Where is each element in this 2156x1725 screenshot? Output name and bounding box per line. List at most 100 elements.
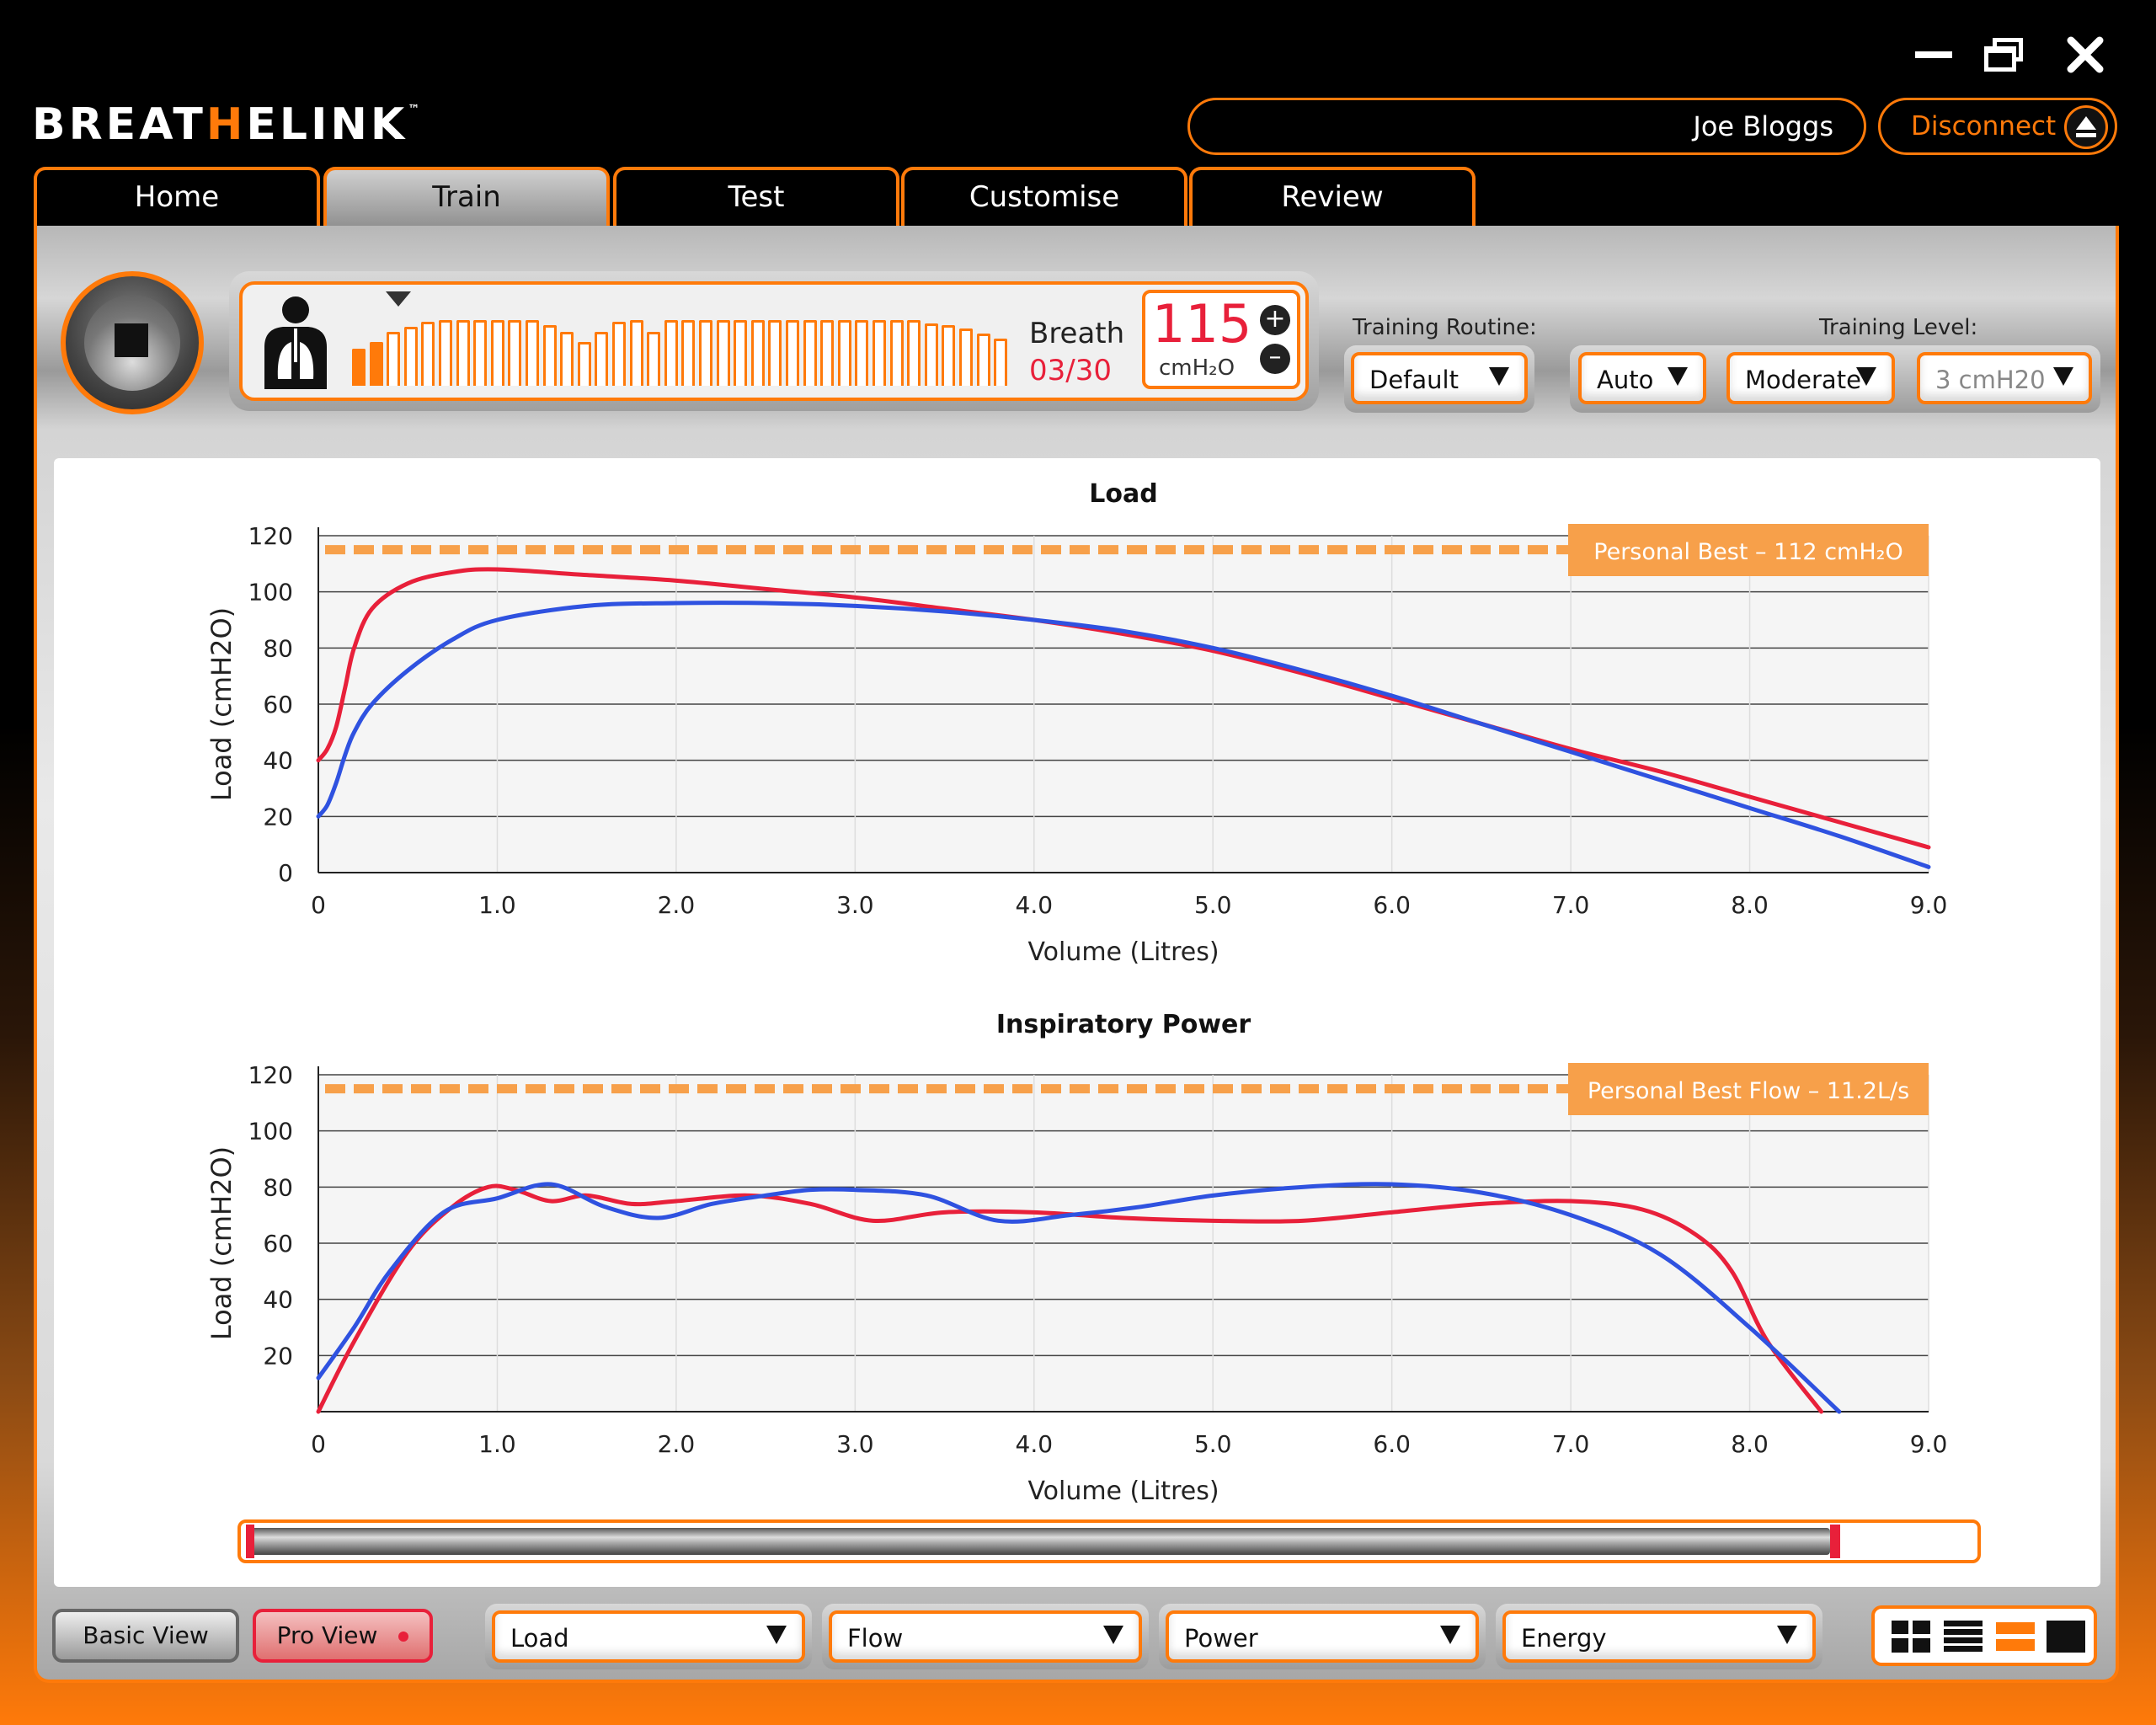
breath-count: 03/30 (1029, 354, 1112, 387)
pressure-value: 115 (1152, 293, 1252, 355)
x-tick-label: 6.0 (1373, 1430, 1411, 1458)
tab-train[interactable]: Train (323, 167, 610, 231)
breath-bar (873, 320, 886, 386)
breath-bar (439, 320, 452, 386)
y-tick-label: 60 (263, 1230, 293, 1258)
breath-bar (768, 320, 782, 386)
breath-bar (924, 323, 938, 386)
breath-bar (976, 334, 990, 386)
chevron-down-icon (1440, 1626, 1460, 1644)
list-layout-icon[interactable] (1944, 1621, 1983, 1653)
channel-select-1[interactable]: Load (492, 1610, 805, 1663)
x-tick-label: 9.0 (1910, 891, 1948, 919)
tab-test[interactable]: Test (613, 167, 899, 227)
chevron-down-icon (1777, 1626, 1797, 1644)
breath-bar (629, 320, 643, 386)
breath-bar (352, 349, 366, 386)
y-tick-label: 20 (263, 803, 293, 830)
y-tick-label: 40 (263, 1286, 293, 1314)
x-tick-label: 1.0 (478, 891, 516, 919)
chevron-down-icon (1103, 1626, 1123, 1644)
breath-bar (750, 320, 765, 386)
y-tick-label: 120 (248, 1061, 293, 1089)
lungs-icon (258, 295, 334, 389)
breath-bar (959, 328, 973, 386)
y-tick-label: 80 (263, 1173, 293, 1201)
x-axis-label: Volume (Litres) (1027, 937, 1219, 967)
training-step-select[interactable]: 3 cmH20 (1917, 352, 2092, 404)
training-routine-label: Training Routine: (1353, 315, 1537, 340)
y-tick-label: 100 (248, 1118, 293, 1146)
tab-customise[interactable]: Customise (901, 167, 1187, 227)
eject-icon (2064, 105, 2108, 149)
personal-best-label: Personal Best – 112 cmH₂O (1593, 539, 1903, 565)
breath-label: Breath (1029, 317, 1125, 350)
channel-select-2[interactable]: Flow (829, 1610, 1142, 1663)
y-tick-label: 60 (263, 691, 293, 718)
breath-bar (560, 332, 574, 386)
x-tick-label: 0 (311, 1430, 326, 1458)
y-tick-label: 0 (278, 859, 293, 887)
decrease-pressure-button[interactable]: – (1260, 344, 1290, 374)
scrubber-end-handle[interactable] (1829, 1525, 1840, 1558)
breath-bar (456, 320, 470, 386)
single-layout-icon[interactable] (2047, 1621, 2085, 1653)
chart-title: Load (1089, 479, 1157, 509)
x-tick-label: 2.0 (658, 891, 696, 919)
training-mode-select[interactable]: Auto (1578, 352, 1706, 404)
training-level-label: Training Level: (1819, 315, 1978, 340)
x-tick-label: 5.0 (1194, 891, 1232, 919)
channel-select-3[interactable]: Power (1166, 1610, 1479, 1663)
two-row-layout-icon[interactable] (1996, 1621, 2035, 1653)
x-tick-label: 3.0 (836, 891, 874, 919)
close-icon[interactable] (2060, 34, 2111, 76)
training-routine-select[interactable]: Default (1351, 352, 1528, 404)
breath-indicator: Breath 03/30 115 cmH₂O + – (229, 271, 1319, 411)
breath-bar (490, 320, 504, 386)
charts-svg: 0 20 40 60 80 100 120 0 1.0 2.0 3.0 4.0 5.0 6.0 7.0 8.0… (205, 479, 1947, 1506)
stop-icon (115, 323, 148, 357)
chevron-down-icon (766, 1626, 787, 1644)
tab-review[interactable]: Review (1189, 167, 1476, 227)
breath-bar (526, 320, 539, 386)
chevron-down-icon (1489, 367, 1509, 386)
breath-bar (942, 325, 956, 386)
x-tick-label: 4.0 (1016, 1430, 1054, 1458)
breath-bars (352, 285, 1009, 398)
basic-view-button[interactable]: Basic View (52, 1609, 239, 1663)
x-tick-label: 7.0 (1552, 891, 1590, 919)
training-level-select[interactable]: Moderate (1726, 352, 1895, 404)
x-tick-label: 3.0 (836, 1430, 874, 1458)
channel-select-4[interactable]: Energy (1502, 1610, 1816, 1663)
increase-pressure-button[interactable]: + (1260, 305, 1290, 335)
active-dot-icon (398, 1632, 409, 1642)
x-tick-label: 5.0 (1194, 1430, 1232, 1458)
breath-bar (907, 320, 921, 386)
breath-bar (786, 320, 799, 386)
breath-bar (473, 320, 488, 386)
user-name: Joe Bloggs (1693, 110, 1833, 142)
chart-2: 20 40 60 80 100 120 0 1.0 2.0 3.0 4.0 5.0 6.0 7.0 8.0 9… (205, 1010, 1947, 1506)
scrubber-start-handle[interactable] (246, 1525, 254, 1558)
layout-toggle-group (1871, 1605, 2097, 1666)
stop-button[interactable] (61, 271, 204, 414)
breath-bar (837, 320, 851, 386)
timeline-scrubber[interactable] (237, 1519, 1981, 1563)
breath-bar (681, 320, 696, 386)
pro-view-button[interactable]: Pro View (253, 1609, 433, 1663)
x-axis-label: Volume (Litres) (1027, 1477, 1219, 1506)
breath-bar (647, 332, 661, 386)
grid-layout-icon[interactable] (1892, 1621, 1930, 1653)
breath-bar (699, 320, 712, 386)
disconnect-button[interactable]: Disconnect (1878, 98, 2117, 155)
chevron-down-icon (1668, 367, 1688, 386)
chart-1: 0 20 40 60 80 100 120 0 1.0 2.0 3.0 4.0 5.0 6.0 7.0 8.0… (205, 479, 1947, 967)
tab-home[interactable]: Home (34, 167, 320, 227)
restore-icon[interactable] (1979, 34, 2030, 76)
breath-bar (421, 322, 435, 386)
x-tick-label: 8.0 (1731, 891, 1769, 919)
chevron-down-icon (1856, 367, 1876, 386)
breath-bar (369, 342, 383, 386)
chart-title: Inspiratory Power (996, 1010, 1251, 1039)
minimize-icon[interactable] (1908, 34, 1959, 76)
